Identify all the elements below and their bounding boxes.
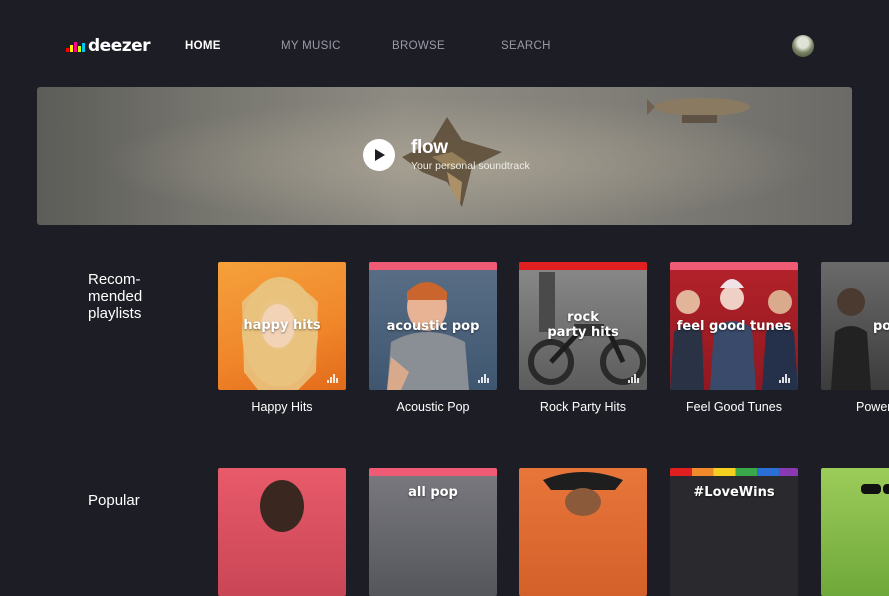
popular-card-5[interactable] bbox=[821, 468, 889, 596]
playlist-card-feel-good-tunes[interactable]: feel good tunes Feel Good Tunes bbox=[670, 262, 798, 414]
logo-text: deezer bbox=[88, 36, 151, 56]
nav-browse[interactable]: BROWSE bbox=[392, 40, 445, 52]
cover-text: all pop bbox=[408, 485, 458, 500]
playlist-title: Power bbox=[856, 400, 889, 414]
cover-text: acoustic pop bbox=[386, 319, 480, 334]
playlist-title: Happy Hits bbox=[251, 400, 313, 414]
popular-card-3[interactable] bbox=[519, 468, 647, 596]
deezer-logo[interactable]: deezer bbox=[66, 36, 151, 56]
deezer-mark-icon bbox=[327, 374, 338, 383]
play-icon bbox=[375, 149, 385, 161]
user-avatar[interactable] bbox=[792, 35, 814, 57]
playlist-title: Feel Good Tunes bbox=[686, 400, 782, 414]
playlist-title: Acoustic Pop bbox=[396, 400, 470, 414]
playlist-card-acoustic-pop[interactable]: acoustic pop Acoustic Pop bbox=[369, 262, 497, 414]
flow-title: flow bbox=[411, 137, 448, 158]
play-flow-button[interactable] bbox=[363, 139, 395, 171]
playlist-cover bbox=[519, 468, 647, 596]
cover-text: happy hits bbox=[243, 318, 321, 333]
section-label-recommended: Recom- mended playlists bbox=[88, 271, 143, 322]
flow-banner[interactable]: flow Your personal soundtrack bbox=[37, 87, 852, 225]
deezer-mark-icon bbox=[478, 374, 489, 383]
playlist-card-rock-party-hits[interactable]: rock party hits Rock Party Hits bbox=[519, 262, 647, 414]
playlist-cover: acoustic pop bbox=[369, 262, 497, 390]
deezer-mark-icon bbox=[628, 374, 639, 383]
popular-card-all-pop[interactable]: all pop bbox=[369, 468, 497, 596]
airship-image bbox=[647, 98, 750, 123]
playlist-cover: all pop bbox=[369, 468, 497, 596]
equalizer-logo-icon bbox=[66, 40, 85, 52]
nav-search[interactable]: SEARCH bbox=[501, 40, 551, 52]
nav-home[interactable]: HOME bbox=[185, 40, 221, 52]
playlist-cover: happy hits bbox=[218, 262, 346, 390]
playlist-cover: #LoveWins bbox=[670, 468, 798, 596]
flow-subtitle: Your personal soundtrack bbox=[411, 160, 530, 172]
playlist-title: Rock Party Hits bbox=[539, 400, 627, 414]
nav-my-music[interactable]: MY MUSIC bbox=[281, 40, 341, 52]
playlist-card-power[interactable]: po Power bbox=[821, 262, 889, 414]
playlist-cover bbox=[218, 468, 346, 596]
playlist-cover: rock party hits bbox=[519, 262, 647, 390]
cover-text: #LoveWins bbox=[693, 485, 775, 500]
deezer-mark-icon bbox=[779, 374, 790, 383]
section-label-popular: Popular bbox=[88, 492, 140, 509]
cover-text: feel good tunes bbox=[676, 319, 792, 334]
popular-card-lovewins[interactable]: #LoveWins bbox=[670, 468, 798, 596]
cover-text: rock party hits bbox=[547, 310, 619, 340]
cover-text: po bbox=[873, 319, 889, 334]
playlist-cover: po bbox=[821, 262, 889, 390]
playlist-card-happy-hits[interactable]: happy hits Happy Hits bbox=[218, 262, 346, 414]
popular-card-1[interactable] bbox=[218, 468, 346, 596]
playlist-cover bbox=[821, 468, 889, 596]
playlist-cover: feel good tunes bbox=[670, 262, 798, 390]
